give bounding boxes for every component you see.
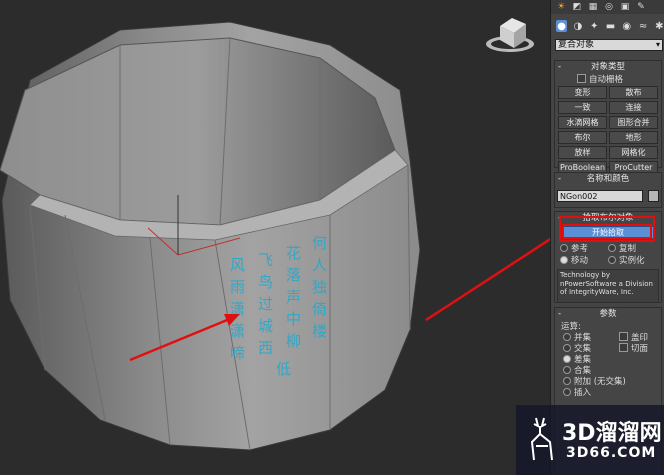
conform-button[interactable]: 一致 bbox=[558, 101, 607, 114]
svg-text:人: 人 bbox=[312, 256, 327, 274]
checkbox-icon bbox=[619, 343, 628, 352]
viewport-scene: 风雨潇潇啼 飞鸟过城西 花落声中柳低 何人独倚楼 bbox=[0, 18, 550, 451]
category-icons: ● ◑ ✦ ▬ ◉ ≈ ✱ bbox=[551, 18, 664, 34]
chevron-down-icon: ▾ bbox=[655, 40, 660, 49]
helpers-icon[interactable]: ◉ bbox=[621, 20, 632, 32]
radio-icon bbox=[560, 243, 568, 252]
systems-icon[interactable]: ✱ bbox=[654, 20, 664, 32]
command-panel-tabs: ☀ ◩ ▦ ◎ ▣ ✎ bbox=[551, 0, 664, 14]
motion-tab[interactable]: ◎ bbox=[603, 1, 615, 13]
imprint-checkbox[interactable]: 盖印 bbox=[619, 331, 648, 343]
svg-text:独: 独 bbox=[312, 278, 327, 296]
lights-icon[interactable]: ✦ bbox=[589, 20, 600, 32]
mesher-button[interactable]: 网格化 bbox=[609, 146, 658, 159]
radio-icon bbox=[563, 387, 571, 396]
svg-text:中: 中 bbox=[286, 310, 301, 328]
object-color-swatch[interactable] bbox=[648, 190, 659, 202]
watermark: 3D溜溜网 3D66.COM bbox=[516, 405, 664, 475]
radio-icon bbox=[563, 365, 571, 374]
watermark-title: 3D溜溜网 bbox=[562, 421, 662, 446]
instance-radio[interactable]: 实例化 bbox=[608, 254, 656, 266]
cookie-checkbox[interactable]: 切面 bbox=[619, 342, 648, 354]
object-name-input[interactable]: NGon002 bbox=[557, 190, 643, 202]
checkbox-icon bbox=[619, 332, 628, 341]
svg-text:城: 城 bbox=[258, 317, 273, 335]
collapse-icon: - bbox=[558, 62, 562, 72]
shapemerge-button[interactable]: 图形合并 bbox=[609, 116, 658, 129]
svg-text:风: 风 bbox=[230, 256, 245, 274]
scatter-button[interactable]: 散布 bbox=[609, 86, 658, 99]
blobmesh-button[interactable]: 水滴网格 bbox=[558, 116, 607, 129]
parameters-header[interactable]: - 参数 bbox=[555, 308, 661, 320]
deer-logo-icon bbox=[530, 417, 553, 461]
create-tab[interactable]: ☀ bbox=[555, 1, 567, 13]
subtraction-radio[interactable]: 差集 bbox=[563, 353, 661, 365]
annotation-highlight-inner bbox=[562, 224, 652, 239]
spacewarps-icon[interactable]: ≈ bbox=[637, 20, 648, 32]
svg-text:花: 花 bbox=[286, 244, 301, 262]
merge-radio[interactable]: 合集 bbox=[563, 364, 661, 376]
connect-button[interactable]: 连接 bbox=[609, 101, 658, 114]
radio-icon bbox=[563, 343, 571, 352]
dropdown-value: 复合对象 bbox=[558, 40, 595, 50]
radio-icon bbox=[563, 376, 571, 385]
svg-text:倚: 倚 bbox=[312, 300, 327, 318]
svg-text:过: 过 bbox=[258, 295, 273, 313]
radio-icon bbox=[563, 332, 571, 341]
svg-text:何: 何 bbox=[312, 234, 327, 252]
geometry-icon[interactable]: ● bbox=[556, 20, 568, 32]
checkbox-icon bbox=[577, 74, 586, 83]
collapse-icon: - bbox=[558, 174, 562, 184]
technology-info: Technology by nPowerSoftware a Division … bbox=[557, 269, 659, 303]
3d-viewport[interactable]: 风雨潇潇啼 飞鸟过城西 花落声中柳低 何人独倚楼 bbox=[0, 0, 550, 475]
reference-radio[interactable]: 参考 bbox=[560, 242, 608, 254]
boolean-button[interactable]: 布尔 bbox=[558, 131, 607, 144]
loft-button[interactable]: 放样 bbox=[558, 146, 607, 159]
svg-text:落: 落 bbox=[286, 266, 301, 284]
object-type-rollout: - 对象类型 自动栅格 变形 散布 一致 连接 水滴网格 图形合并 布尔 地形 … bbox=[554, 60, 662, 174]
display-tab[interactable]: ▣ bbox=[619, 1, 631, 13]
svg-text:声: 声 bbox=[286, 288, 301, 306]
svg-text:鸟: 鸟 bbox=[258, 273, 273, 291]
shapes-icon[interactable]: ◑ bbox=[572, 20, 583, 32]
view-cube-icon bbox=[486, 18, 534, 52]
svg-text:潇: 潇 bbox=[230, 322, 245, 340]
object-type-header[interactable]: - 对象类型 bbox=[555, 61, 661, 73]
morph-button[interactable]: 变形 bbox=[558, 86, 607, 99]
pick-options: 参考 复制 移动 实例化 bbox=[555, 241, 661, 266]
radio-selected-icon bbox=[560, 255, 568, 264]
svg-text:楼: 楼 bbox=[312, 322, 327, 340]
svg-text:柳: 柳 bbox=[286, 332, 301, 350]
radio-selected-icon bbox=[563, 354, 571, 363]
autogrid-checkbox[interactable]: 自动栅格 bbox=[555, 73, 661, 85]
svg-text:飞: 飞 bbox=[258, 251, 273, 269]
move-radio[interactable]: 移动 bbox=[560, 254, 608, 266]
watermark-domain: 3D66.COM bbox=[566, 445, 657, 461]
svg-text:低: 低 bbox=[276, 360, 291, 378]
object-category-dropdown[interactable]: 复合对象 ▾ bbox=[555, 39, 663, 51]
object-type-buttons: 变形 散布 一致 连接 水滴网格 图形合并 布尔 地形 放样 网格化 ProBo… bbox=[555, 84, 661, 176]
radio-icon bbox=[608, 255, 616, 264]
utilities-tab[interactable]: ✎ bbox=[635, 1, 647, 13]
modify-tab[interactable]: ◩ bbox=[571, 1, 583, 13]
svg-text:雨: 雨 bbox=[230, 278, 245, 296]
cameras-icon[interactable]: ▬ bbox=[605, 20, 616, 32]
operation-label: 运算: bbox=[561, 322, 581, 332]
hierarchy-tab[interactable]: ▦ bbox=[587, 1, 599, 13]
attach-radio[interactable]: 附加 (无交集) bbox=[563, 375, 661, 387]
name-color-header[interactable]: - 名称和颜色 bbox=[555, 173, 661, 185]
copy-radio[interactable]: 复制 bbox=[608, 242, 656, 254]
terrain-button[interactable]: 地形 bbox=[609, 131, 658, 144]
insert-radio[interactable]: 插入 bbox=[563, 386, 661, 398]
svg-text:西: 西 bbox=[258, 339, 273, 357]
svg-text:啼: 啼 bbox=[230, 344, 245, 362]
collapse-icon: - bbox=[558, 309, 562, 319]
radio-icon bbox=[608, 243, 616, 252]
